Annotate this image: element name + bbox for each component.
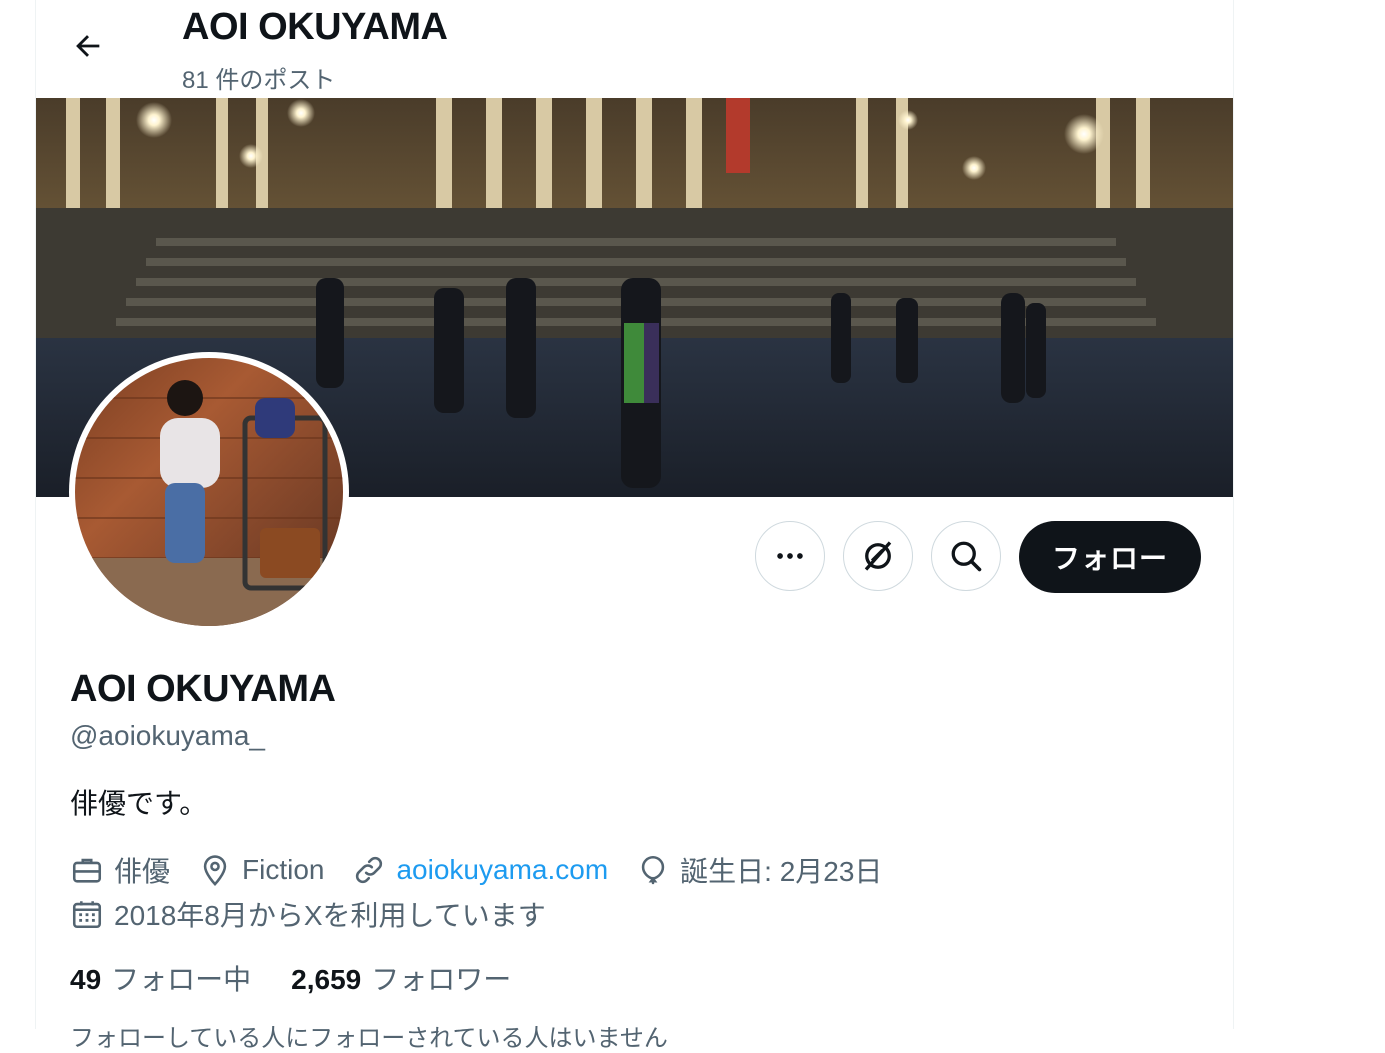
joined-item: 2018年8月からXを利用しています bbox=[70, 894, 546, 934]
location-pin-icon bbox=[203, 855, 227, 887]
following-stat[interactable]: 49 フォロー中 bbox=[70, 958, 251, 998]
known-followers-note: フォローしている人にフォローされている人はいません bbox=[70, 1025, 668, 1052]
birthday-item: 誕生日: 2月23日 bbox=[636, 850, 882, 890]
more-dots-icon bbox=[777, 553, 803, 559]
location-text: Fiction bbox=[242, 854, 325, 885]
followers-label: フォロワー bbox=[371, 964, 512, 995]
avatar-image bbox=[75, 358, 343, 626]
post-count: 81 件のポスト bbox=[182, 67, 336, 94]
profile-joined-row: 2018年8月からXを利用しています bbox=[70, 894, 574, 934]
profession-text: 俳優 bbox=[114, 856, 171, 887]
calendar-icon bbox=[72, 901, 102, 929]
followers-stat[interactable]: 2,659 フォロワー bbox=[291, 958, 511, 998]
profile-bio: 俳優です。 bbox=[70, 788, 208, 819]
header-title: AOI OKUYAMA bbox=[182, 6, 448, 48]
back-button[interactable] bbox=[60, 20, 116, 72]
followers-count: 2,659 bbox=[291, 964, 362, 995]
profile-column: AOI OKUYAMA 81 件のポスト フォロー AOI OKUYAMA @a… bbox=[35, 0, 1234, 1052]
profile-avatar[interactable] bbox=[69, 352, 349, 632]
link-icon bbox=[356, 856, 383, 884]
profile-header-bar: AOI OKUYAMA 81 件のポスト bbox=[36, 0, 1233, 98]
following-count: 49 bbox=[70, 964, 102, 995]
profile-handle: @aoiokuyama_ bbox=[70, 720, 265, 751]
briefcase-icon bbox=[72, 858, 102, 883]
grok-button[interactable] bbox=[843, 521, 913, 591]
birthday-text: 誕生日: 2月23日 bbox=[680, 856, 883, 887]
profile-name: AOI OKUYAMA bbox=[70, 668, 336, 710]
profession-item: 俳優 bbox=[70, 850, 170, 890]
follow-stats: 49 フォロー中 2,659 フォロワー bbox=[70, 958, 551, 998]
website-link[interactable]: aoiokuyama.com bbox=[396, 854, 608, 886]
search-icon bbox=[951, 541, 982, 572]
arrow-left-icon bbox=[76, 35, 100, 57]
follow-button[interactable]: フォロー bbox=[1019, 521, 1201, 593]
location-item: Fiction bbox=[198, 853, 324, 887]
following-label: フォロー中 bbox=[111, 964, 252, 995]
profile-meta-row: 俳優 Fiction aoiokuyama.com 誕生日: 2月23日 bbox=[70, 850, 910, 890]
website-item: aoiokuyama.com bbox=[352, 853, 608, 887]
balloon-icon bbox=[641, 855, 665, 885]
search-profile-button[interactable] bbox=[931, 521, 1001, 591]
more-options-button[interactable] bbox=[755, 521, 825, 591]
joined-text: 2018年8月からXを利用しています bbox=[114, 900, 546, 931]
grok-icon bbox=[864, 541, 892, 571]
